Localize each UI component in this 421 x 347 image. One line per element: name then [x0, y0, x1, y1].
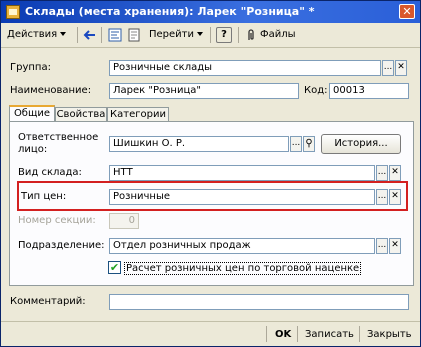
- footer-bar: OK Записать Закрыть: [1, 321, 420, 346]
- save-button[interactable]: Записать: [305, 326, 354, 344]
- actions-menu-label: Действия: [7, 29, 58, 40]
- search-icon[interactable]: ⚲: [303, 136, 315, 152]
- responsible-field[interactable]: Шишкин О. Р.: [109, 136, 289, 152]
- history-button[interactable]: История...: [321, 134, 401, 154]
- window-close-button[interactable]: ✕: [399, 4, 415, 19]
- toolbar-separator: [101, 27, 102, 43]
- price-type-select-button[interactable]: ...: [376, 189, 388, 205]
- group-field[interactable]: Розничные склады: [109, 60, 381, 76]
- markup-checkbox-label[interactable]: Расчет розничных цен по торговой наценке: [124, 262, 362, 275]
- price-type-label: Тип цен:: [21, 191, 67, 202]
- footer-separator: [297, 326, 298, 342]
- goto-menu[interactable]: Перейти: [149, 26, 203, 44]
- actions-menu[interactable]: Действия: [7, 26, 67, 44]
- section-label: Номер секции:: [18, 215, 96, 226]
- comment-label: Комментарий:: [10, 296, 86, 307]
- window: Склады (места хранения): Ларек "Розница"…: [0, 0, 421, 347]
- name-field[interactable]: Ларек "Розница": [109, 83, 299, 99]
- chevron-down-icon: [197, 32, 203, 36]
- code-label: Код:: [304, 85, 328, 96]
- toolbar: Действия Перейти ? Файлы: [1, 23, 420, 48]
- footer-separator: [266, 326, 267, 342]
- division-label: Подразделение:: [18, 240, 105, 251]
- tab-properties[interactable]: Свойства: [55, 107, 107, 122]
- paperclip-icon: [248, 29, 254, 40]
- warehouse-type-field[interactable]: НТТ: [109, 165, 375, 181]
- goto-menu-label: Перейти: [149, 29, 194, 40]
- toolbar-separator: [210, 27, 211, 43]
- comment-field[interactable]: [109, 294, 409, 310]
- group-clear-icon[interactable]: ✕: [395, 60, 407, 76]
- section-field: 0: [109, 213, 139, 229]
- price-type-field[interactable]: Розничные: [109, 189, 375, 205]
- division-field[interactable]: Отдел розничных продаж: [109, 238, 375, 254]
- window-title: Склады (места хранения): Ларек "Розница"…: [25, 5, 315, 18]
- close-button[interactable]: Закрыть: [367, 326, 412, 344]
- responsible-label: Ответственное лицо:: [18, 132, 99, 155]
- warehouse-type-clear-icon[interactable]: ✕: [389, 165, 401, 181]
- title-bar: Склады (места хранения): Ларек "Розница"…: [1, 1, 420, 23]
- chevron-down-icon: [60, 32, 67, 36]
- warehouse-type-select-button[interactable]: ...: [376, 165, 388, 181]
- group-label: Группа:: [10, 62, 51, 73]
- structure-icon[interactable]: [108, 28, 122, 42]
- footer-separator: [359, 326, 360, 342]
- price-type-clear-icon[interactable]: ✕: [389, 189, 401, 205]
- tab-categories[interactable]: Категории: [107, 107, 169, 122]
- code-field[interactable]: 00013: [329, 83, 409, 99]
- ok-button[interactable]: OK: [275, 326, 291, 344]
- division-clear-icon[interactable]: ✕: [389, 238, 401, 254]
- group-select-button[interactable]: ...: [382, 60, 394, 76]
- division-select-button[interactable]: ...: [376, 238, 388, 254]
- files-button[interactable]: Файлы: [260, 26, 296, 44]
- responsible-select-button[interactable]: ...: [290, 136, 302, 152]
- document-icon[interactable]: [127, 28, 141, 42]
- markup-checkbox[interactable]: ✔: [108, 261, 121, 274]
- toolbar-separator: [77, 27, 78, 43]
- window-folder-icon: [6, 5, 20, 19]
- name-label: Наименование:: [10, 85, 92, 96]
- toolbar-separator: [238, 27, 239, 43]
- help-button[interactable]: ?: [216, 27, 232, 43]
- arrow-left-icon[interactable]: [83, 28, 97, 42]
- warehouse-type-label: Вид склада:: [18, 167, 82, 178]
